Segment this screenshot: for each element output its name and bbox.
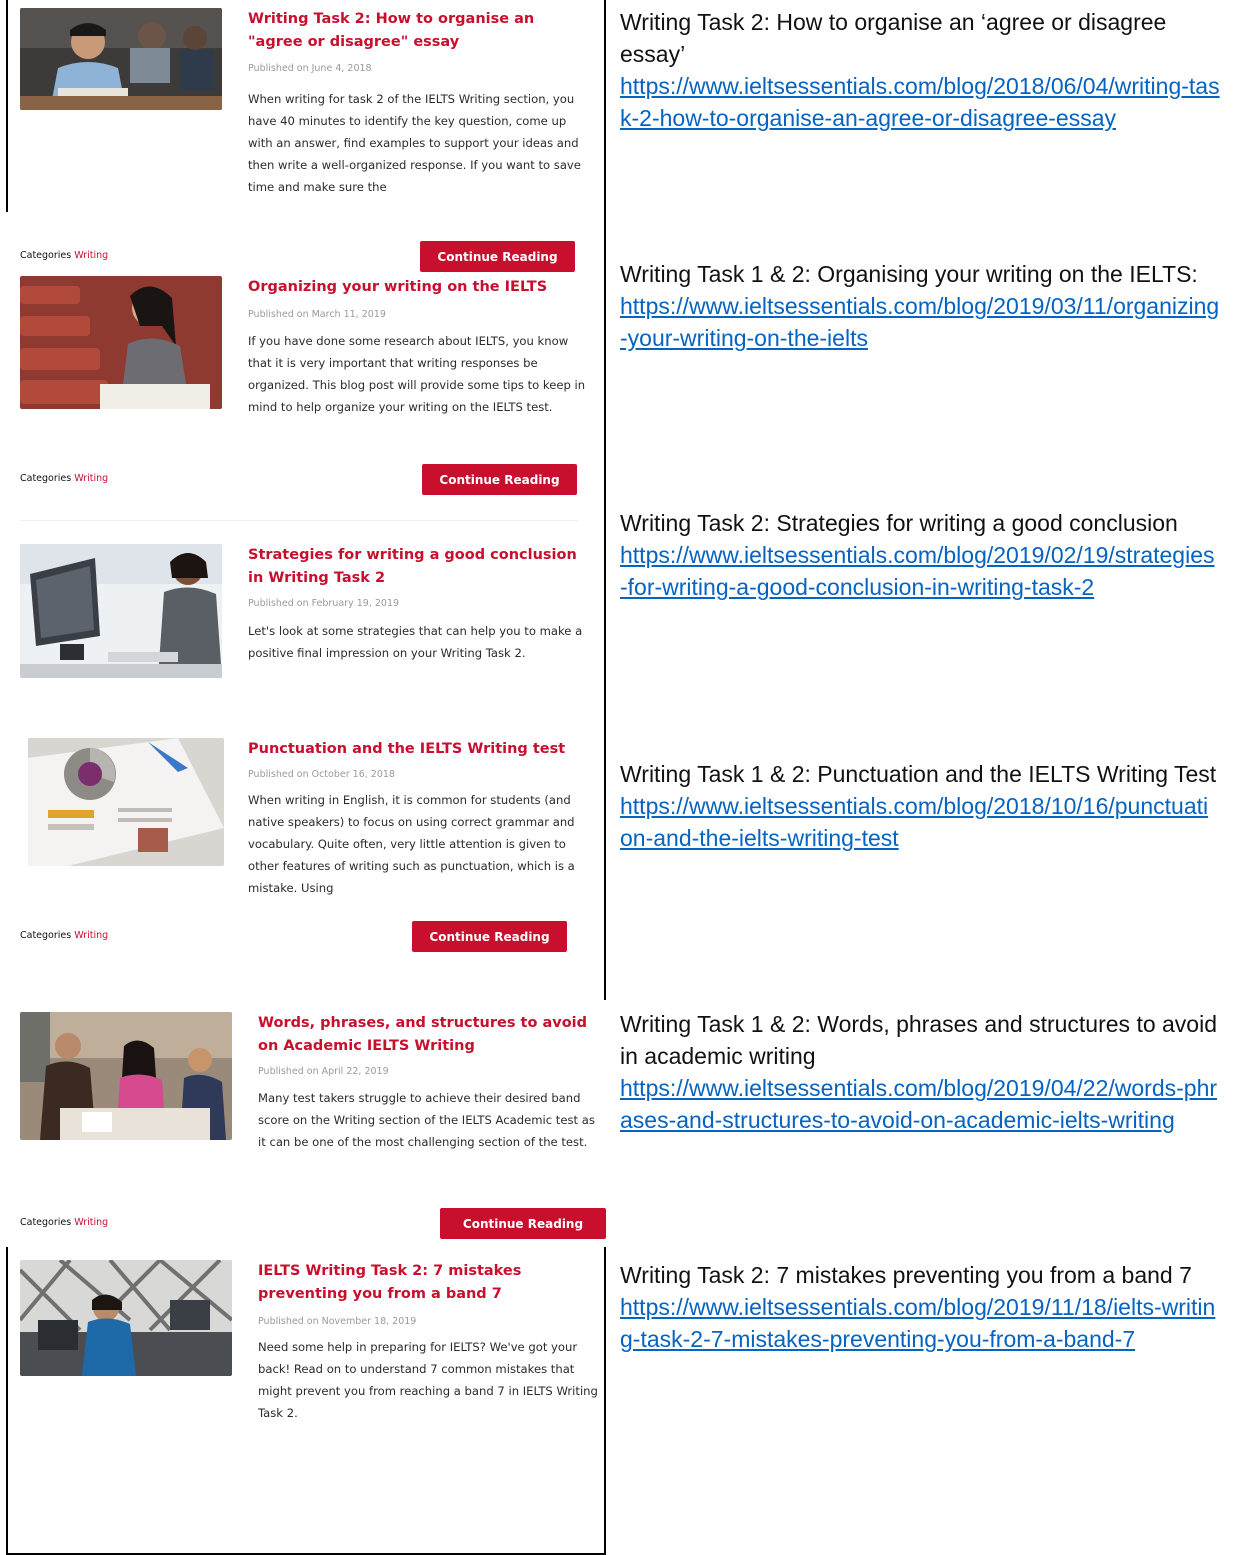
doc-entry-title: Writing Task 2: 7 mistakes preventing yo… xyxy=(620,1262,1192,1288)
doc-entry-title: Writing Task 1 & 2: Punctuation and the … xyxy=(620,761,1217,787)
post-title[interactable]: Writing Task 2: How to organise an "agre… xyxy=(248,8,593,54)
category-link[interactable]: Writing xyxy=(74,250,108,261)
doc-entry-link[interactable]: https://www.ieltsessentials.com/blog/201… xyxy=(620,790,1220,854)
post-title[interactable]: Organizing your writing on the IELTS xyxy=(248,276,593,299)
post-title[interactable]: Words, phrases, and structures to avoid … xyxy=(258,1012,603,1058)
post-thumbnail-printed-chart xyxy=(28,738,224,866)
doc-entry-4: Writing Task 1 & 2: Punctuation and the … xyxy=(620,758,1220,854)
doc-entry-title: Writing Task 2: How to organise an ‘agre… xyxy=(620,9,1167,67)
continue-reading-button[interactable]: Continue Reading xyxy=(420,241,575,272)
doc-entry-link[interactable]: https://www.ieltsessentials.com/blog/201… xyxy=(620,290,1220,354)
category-link[interactable]: Writing xyxy=(74,930,108,941)
post-excerpt: Need some help in preparing for IELTS? W… xyxy=(258,1340,598,1420)
post-title[interactable]: Strategies for writing a good conclusion… xyxy=(248,544,593,590)
post-categories: Categories Writing xyxy=(20,250,108,261)
continue-reading-button[interactable]: Continue Reading xyxy=(422,464,577,495)
blog-post-3: Strategies for writing a good conclusion… xyxy=(20,544,610,694)
doc-entry-5: Writing Task 1 & 2: Words, phrases and s… xyxy=(620,1008,1220,1136)
post-thumbnail-lecture-hall xyxy=(20,8,222,110)
post-excerpt: Many test takers struggle to achieve the… xyxy=(258,1091,595,1149)
post-thumbnail-study-room xyxy=(20,1260,232,1376)
post-date: Published on February 19, 2019 xyxy=(248,598,400,609)
categories-label: Categories xyxy=(20,473,72,484)
doc-entry-link[interactable]: https://www.ieltsessentials.com/blog/201… xyxy=(620,70,1220,134)
doc-entry-3: Writing Task 2: Strategies for writing a… xyxy=(620,507,1220,603)
post-title[interactable]: Punctuation and the IELTS Writing test xyxy=(248,738,593,761)
blog-post-4: Punctuation and the IELTS Writing test P… xyxy=(20,738,610,898)
doc-entry-title: Writing Task 1 & 2: Organising your writ… xyxy=(620,261,1198,287)
post-categories: Categories Writing xyxy=(20,1217,108,1228)
categories-label: Categories xyxy=(20,250,72,261)
doc-entry-6: Writing Task 2: 7 mistakes preventing yo… xyxy=(620,1259,1220,1355)
post-date: Published on April 22, 2019 xyxy=(258,1066,389,1077)
post-thumbnail-computer-lab xyxy=(20,544,222,678)
doc-entry-link[interactable]: https://www.ieltsessentials.com/blog/201… xyxy=(620,1072,1220,1136)
continue-reading-button[interactable]: Continue Reading xyxy=(412,921,567,952)
blog-post-1: Writing Task 2: How to organise an "agre… xyxy=(20,8,610,228)
post-categories: Categories Writing xyxy=(20,930,108,941)
left-border xyxy=(6,0,8,212)
doc-entry-link[interactable]: https://www.ieltsessentials.com/blog/201… xyxy=(620,1291,1220,1355)
post-date: Published on October 16, 2018 xyxy=(248,769,395,780)
categories-label: Categories xyxy=(20,1217,72,1228)
continue-reading-button[interactable]: Continue Reading xyxy=(440,1208,606,1239)
category-link[interactable]: Writing xyxy=(74,1217,108,1228)
blog-post-6: IELTS Writing Task 2: 7 mistakes prevent… xyxy=(20,1260,610,1440)
post-categories: Categories Writing xyxy=(20,473,108,484)
post-separator xyxy=(20,520,578,521)
doc-entry-link[interactable]: https://www.ieltsessentials.com/blog/201… xyxy=(620,539,1220,603)
blog-post-2: Organizing your writing on the IELTS Pub… xyxy=(20,276,610,466)
doc-entry-title: Writing Task 1 & 2: Words, phrases and s… xyxy=(620,1011,1218,1069)
post-date: Published on November 18, 2019 xyxy=(258,1316,417,1327)
post-excerpt: When writing for task 2 of the IELTS Wri… xyxy=(248,92,581,194)
categories-label: Categories xyxy=(20,930,72,941)
post-excerpt: If you have done some research about IEL… xyxy=(248,334,586,414)
post-thumbnail-group-study xyxy=(20,1012,232,1140)
post-date: Published on March 11, 2019 xyxy=(248,309,386,320)
post-title[interactable]: IELTS Writing Task 2: 7 mistakes prevent… xyxy=(258,1260,603,1306)
doc-entry-title: Writing Task 2: Strategies for writing a… xyxy=(620,510,1178,536)
doc-entry-1: Writing Task 2: How to organise an ‘agre… xyxy=(620,6,1220,134)
post-date: Published on June 4, 2018 xyxy=(248,63,372,74)
post-excerpt: When writing in English, it is common fo… xyxy=(248,793,575,895)
category-link[interactable]: Writing xyxy=(74,473,108,484)
post-thumbnail-student-writing xyxy=(20,276,222,409)
doc-entry-2: Writing Task 1 & 2: Organising your writ… xyxy=(620,258,1220,354)
left-border xyxy=(6,1247,8,1555)
post-excerpt: Let's look at some strategies that can h… xyxy=(248,624,583,660)
blog-post-5: Words, phrases, and structures to avoid … xyxy=(20,1012,610,1202)
